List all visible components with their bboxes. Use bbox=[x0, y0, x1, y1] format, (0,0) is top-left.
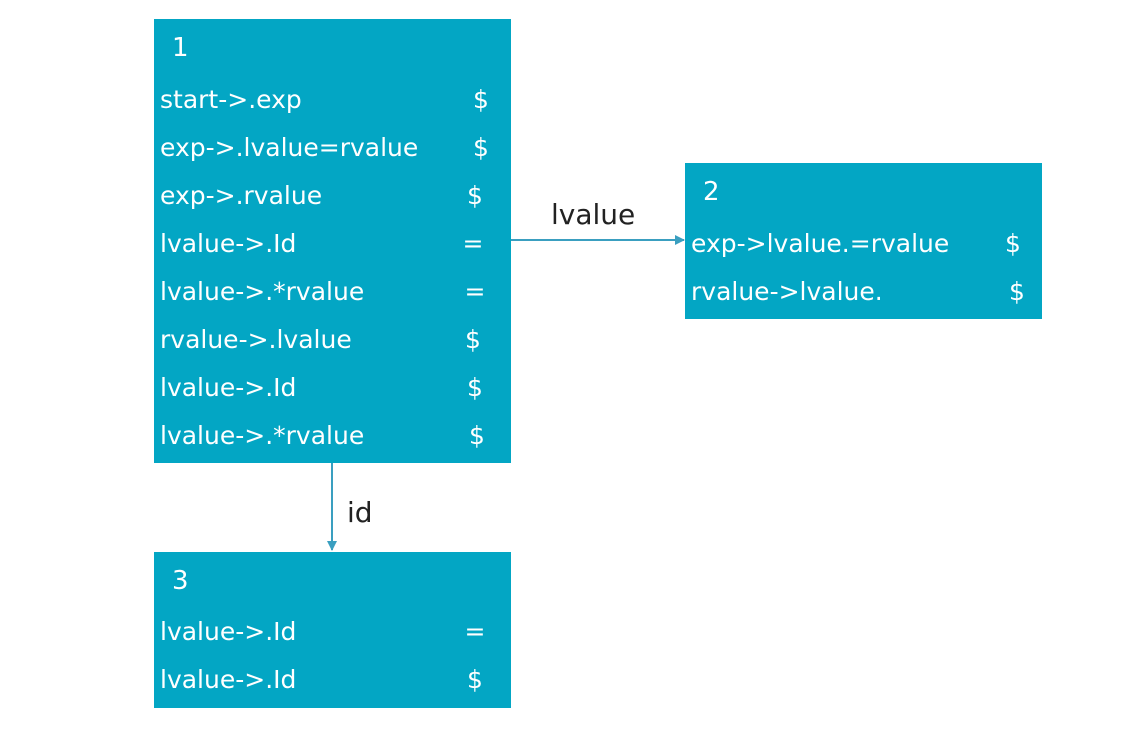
edge-label-id: id bbox=[347, 496, 373, 529]
transition-arrows: lvalue id bbox=[327, 198, 685, 551]
edge-label-lvalue: lvalue bbox=[551, 198, 635, 231]
